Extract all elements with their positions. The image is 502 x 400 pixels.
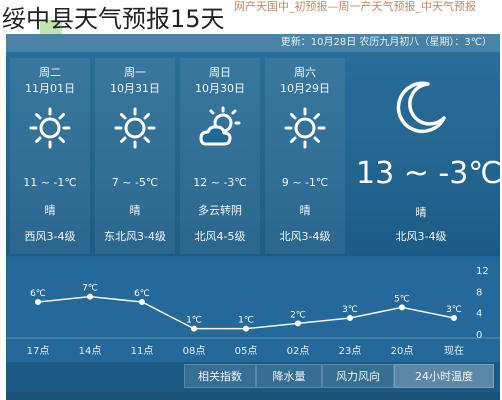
temperature-data-label: 6℃ — [30, 289, 46, 299]
tab-wind[interactable]: 风力风向 — [322, 364, 394, 388]
temperature-data-label: 3℃ — [446, 305, 462, 315]
weather-panel: 更新：10月28日 农历九月初八（星期）：3℃） 周二 11月01日 11 ~ … — [6, 34, 500, 400]
x-tick-label: 17点 — [27, 345, 50, 357]
forecast-day-card[interactable]: 周一 10月31日 7 ~ -5℃ 晴 东北风3-4级 — [95, 58, 175, 254]
today-temperature: 13 ~ -3℃ — [356, 156, 500, 191]
day-date: 10月29日 — [280, 82, 330, 95]
x-tick-label: 08点 — [183, 345, 206, 357]
day-date: 10月30日 — [195, 82, 245, 95]
panel-footer — [6, 392, 500, 400]
sun-icon — [113, 106, 157, 150]
day-name: 周二 — [39, 66, 61, 79]
hourly-temperature-chart: 12 8 4 0 6℃ 17点 7℃ 14点 6℃ 11点 1℃ 08点 1℃ 05点 2℃ 02点 3℃ 23点… — [6, 260, 500, 362]
x-tick-label: 14点 — [79, 345, 102, 357]
temperature-data-label: 5℃ — [394, 294, 410, 304]
forecast-day-card[interactable]: 周六 10月29日 9 ~ -1℃ 晴 北风3-4级 — [265, 58, 345, 254]
day-name: 周一 — [124, 66, 146, 79]
temperature-point — [347, 315, 353, 321]
temperature-data-label: 7℃ — [82, 284, 98, 294]
temperature-point — [87, 293, 93, 300]
tab-related-index[interactable]: 相关指数 — [184, 364, 256, 388]
temperature-point — [35, 299, 41, 305]
chart-tab-bar: 相关指数 降水量 风力风向 24小时温度 — [6, 362, 500, 392]
tab-24h-temperature[interactable]: 24小时温度 — [394, 364, 494, 388]
day-name: 周六 — [294, 66, 316, 79]
day-date: 10月31日 — [110, 82, 160, 95]
y-tick-label: 12 — [476, 266, 489, 277]
day-condition: 晴 — [129, 204, 141, 217]
temperature-point — [191, 325, 197, 332]
x-tick-label: 05点 — [235, 345, 258, 357]
day-temperature: 7 ~ -5℃ — [111, 176, 159, 189]
day-condition: 晴 — [44, 204, 56, 217]
x-tick-label: 11点 — [131, 345, 154, 357]
day-wind: 东北风3-4级 — [104, 230, 166, 243]
sun-icon — [28, 106, 72, 150]
temperature-data-label: 3℃ — [342, 305, 358, 315]
x-tick-label: 02点 — [287, 345, 310, 357]
y-tick-label: 8 — [476, 287, 482, 298]
today-condition: 晴 — [415, 206, 427, 219]
temperature-point — [243, 325, 249, 332]
day-date: 11月01日 — [25, 82, 75, 95]
day-condition: 多云转阴 — [198, 204, 242, 217]
moon-icon — [390, 78, 450, 138]
today-wind: 北风3-4级 — [395, 230, 447, 243]
day-name: 周日 — [209, 66, 231, 79]
temperature-point — [295, 320, 301, 327]
temperature-point — [399, 304, 405, 311]
day-wind: 北风3-4级 — [279, 230, 331, 243]
x-tick-label: 23点 — [339, 345, 362, 357]
top-link[interactable]: 网产天国中_初预报—周一产天气预报_中天气预报 — [234, 0, 476, 14]
day-temperature: 12 ~ -3℃ — [193, 176, 247, 189]
forecast-day-card[interactable]: 周日 10月30日 12 ~ -3℃ 多云转阴 北风4-5级 — [180, 58, 260, 254]
temperature-point — [139, 299, 145, 305]
day-temperature: 9 ~ -1℃ — [281, 176, 329, 189]
x-tick-label: 20点 — [391, 345, 414, 357]
temperature-data-label: 1℃ — [238, 316, 254, 326]
day-condition: 晴 — [299, 204, 311, 217]
temperature-data-label: 1℃ — [186, 316, 202, 326]
day-wind: 西风3-4级 — [24, 230, 76, 243]
day-wind: 北风4-5级 — [194, 230, 246, 243]
temperature-data-label: 6℃ — [134, 289, 150, 299]
temperature-point — [451, 315, 457, 321]
sun-icon — [283, 106, 327, 150]
tab-precipitation[interactable]: 降水量 — [256, 364, 322, 388]
forecast-day-card[interactable]: 周二 11月01日 11 ~ -1℃ 晴 西风3-4级 — [10, 58, 90, 254]
x-tick-label: 现在 — [444, 345, 464, 357]
day-temperature: 11 ~ -1℃ — [23, 176, 77, 189]
y-tick-label: 0 — [476, 330, 482, 341]
y-tick-label: 4 — [476, 309, 482, 320]
temperature-data-label: 2℃ — [290, 310, 306, 320]
partly-cloudy-icon — [198, 106, 242, 150]
temperature-chart-svg: 12 8 4 0 6℃ 17点 7℃ 14点 6℃ 11点 1℃ 08点 1℃ 05点 2℃ 02点 3℃ 23点… — [6, 266, 500, 357]
